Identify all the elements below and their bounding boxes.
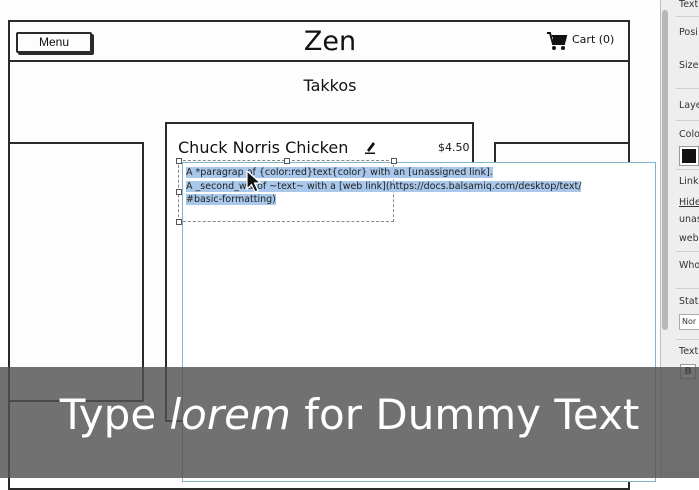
text-line: #basic-formatting) bbox=[186, 194, 276, 205]
resize-handle[interactable] bbox=[284, 158, 290, 164]
resize-handle[interactable] bbox=[176, 219, 182, 225]
divider bbox=[676, 16, 699, 17]
panel-label-text-format: Text bbox=[679, 346, 699, 357]
text-line: A _second_ bbox=[186, 180, 239, 192]
page-subtitle: Takkos bbox=[303, 76, 357, 95]
resize-handle[interactable] bbox=[176, 189, 182, 195]
state-select[interactable]: Nor bbox=[679, 314, 699, 330]
divider bbox=[676, 169, 699, 170]
panel-label-link: Link bbox=[679, 176, 699, 187]
panel-label-unassigned: unas bbox=[679, 214, 699, 225]
caption-italic-word: lorem bbox=[169, 390, 291, 439]
divider bbox=[676, 251, 699, 252]
divider bbox=[676, 88, 699, 89]
caption-suffix: for Dummy Text bbox=[290, 390, 640, 439]
hide-link[interactable]: Hide bbox=[679, 197, 699, 208]
panel-label-whole: Who bbox=[679, 260, 699, 271]
caption-prefix: Type bbox=[59, 390, 170, 439]
card-left[interactable] bbox=[8, 142, 144, 402]
panel-label-text: Text bbox=[679, 0, 699, 10]
panel-label-position: Posi bbox=[679, 27, 698, 38]
panel-label-color: Colo bbox=[679, 129, 699, 140]
divider bbox=[676, 288, 699, 289]
color-swatch[interactable] bbox=[679, 146, 699, 166]
divider bbox=[676, 339, 699, 340]
resize-handle[interactable] bbox=[176, 158, 182, 164]
caption-text: Type lorem for Dummy Text bbox=[0, 390, 699, 439]
cart-icon[interactable] bbox=[546, 31, 568, 51]
text-line: of {color:red}text{color} with an [unass… bbox=[243, 167, 493, 178]
resize-handle[interactable] bbox=[391, 158, 397, 164]
menu-button[interactable]: Menu bbox=[16, 32, 92, 53]
cart-label[interactable]: Cart (0) bbox=[572, 33, 614, 46]
panel-label-layer: Laye bbox=[679, 100, 699, 111]
pencil-icon[interactable] bbox=[364, 140, 376, 154]
text-line: A *paragrap bbox=[186, 167, 244, 178]
dish-price: $4.50 bbox=[438, 141, 470, 154]
panel-label-web: web bbox=[679, 233, 699, 244]
text-line: w& of ~text~ with a [web link](https://d… bbox=[238, 180, 582, 192]
scrollbar[interactable] bbox=[662, 10, 668, 330]
panel-label-state: Stat bbox=[679, 296, 699, 307]
brand-title: Zen bbox=[303, 26, 357, 57]
divider bbox=[676, 120, 699, 121]
cursor-icon bbox=[246, 170, 263, 193]
panel-label-size: Size bbox=[679, 60, 699, 71]
dish-title: Chuck Norris Chicken bbox=[178, 138, 349, 157]
